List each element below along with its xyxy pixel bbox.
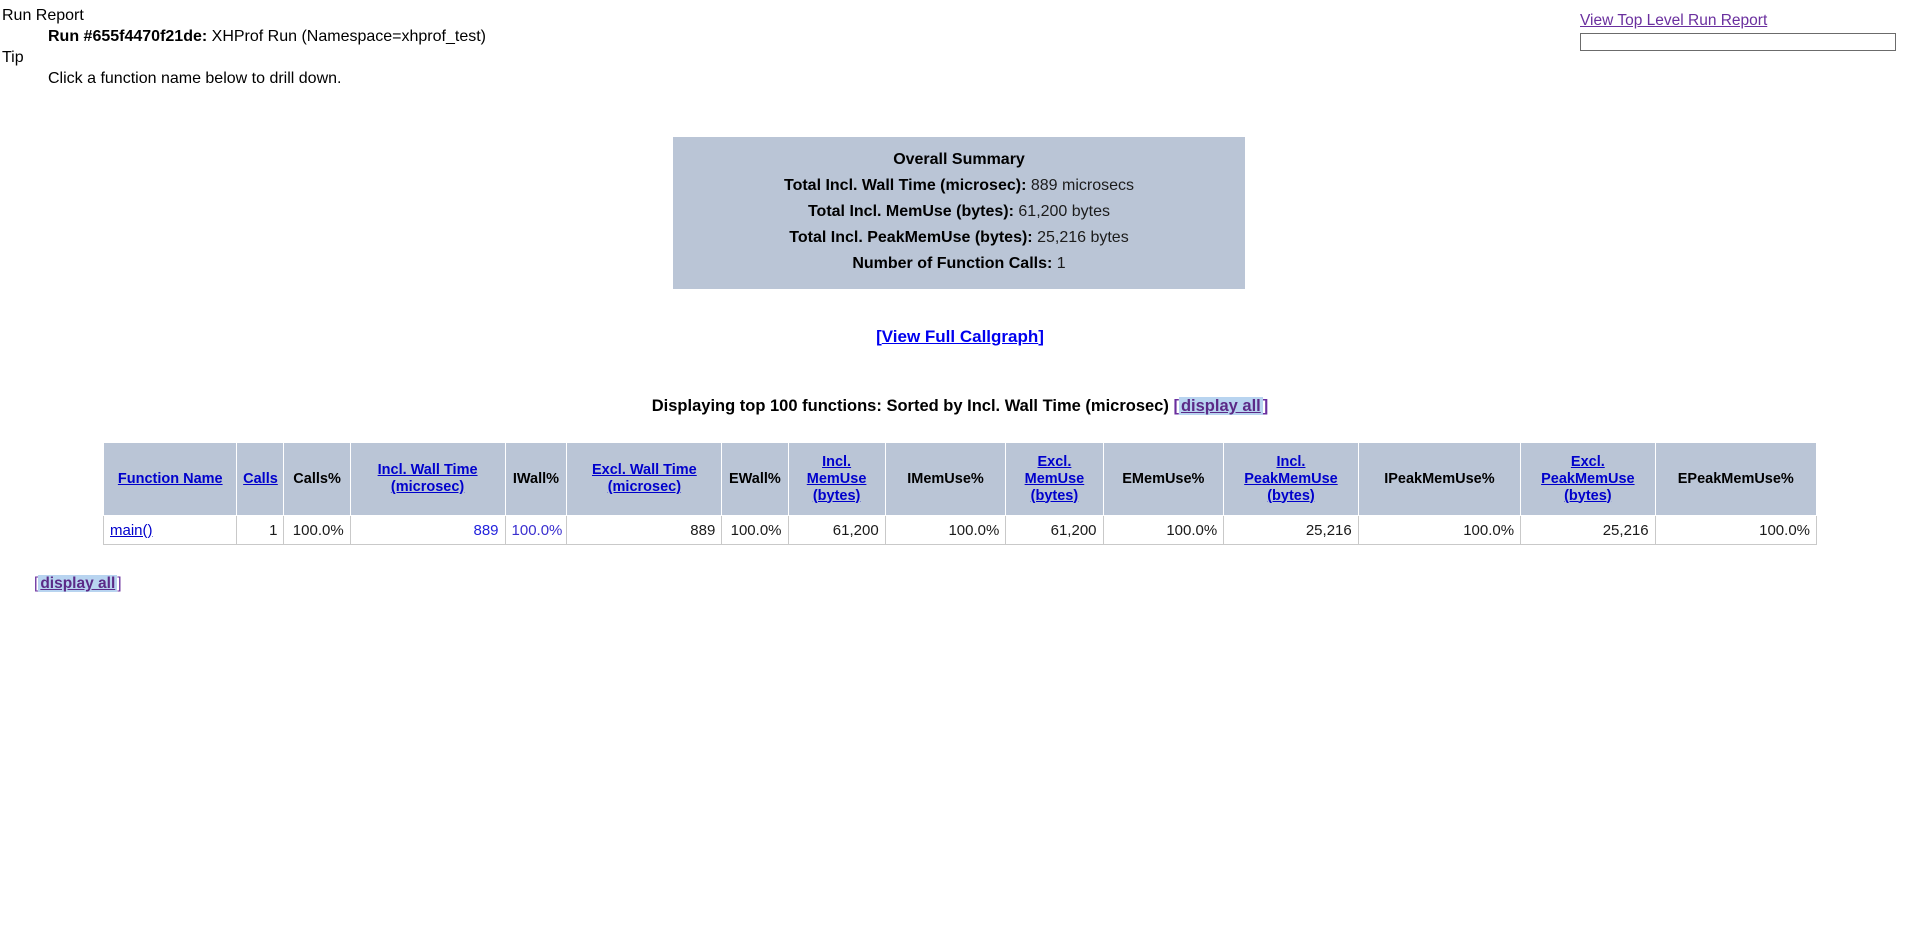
column-header-calls-pct: Calls%: [283, 442, 351, 516]
column-header-calls[interactable]: Calls: [236, 442, 285, 516]
cell-incl-peakmemuse: 25,216: [1223, 515, 1359, 545]
table-row: main() 1 100.0% 889 100.0% 889 100.0% 61…: [102, 515, 1818, 545]
run-description: XHProf Run (Namespace=xhprof_test): [211, 28, 486, 45]
cell-incl-wall-time: 889: [349, 515, 506, 545]
view-top-level-run-report-link[interactable]: View Top Level Run Report: [1580, 12, 1767, 30]
overall-summary-box: Overall Summary Total Incl. Wall Time (m…: [673, 137, 1245, 289]
cell-function-name[interactable]: main(): [102, 515, 238, 545]
functions-table: Function Name Calls Calls% Incl. Wall Ti…: [102, 442, 1818, 545]
column-sort-link[interactable]: Function Name: [118, 471, 223, 487]
display-all-link-bottom[interactable]: display all: [38, 575, 118, 592]
view-full-callgraph-link[interactable]: View Full Callgraph: [882, 327, 1039, 346]
summary-value: 1: [1056, 255, 1066, 272]
cell-excl-wall-time: 889: [566, 515, 723, 545]
column-header-excl-wall-time[interactable]: Excl. Wall Time (microsec): [566, 442, 723, 516]
functions-table-container: Function Name Calls Calls% Incl. Wall Ti…: [0, 442, 1920, 545]
bracket-close: ]: [1262, 397, 1269, 415]
column-header-iwall-pct: IWall%: [504, 442, 568, 516]
displaying-text: Displaying top 100 functions: Sorted by …: [651, 397, 1169, 415]
summary-row-memuse: Total Incl. MemUse (bytes): 61,200 bytes: [673, 199, 1245, 225]
column-sort-link[interactable]: Calls: [243, 471, 278, 487]
summary-value: 61,200 bytes: [1018, 203, 1111, 220]
search-input[interactable]: [1580, 33, 1896, 51]
top-right-controls: View Top Level Run Report: [1580, 12, 1900, 51]
column-sort-link[interactable]: Excl. Wall Time (microsec): [592, 462, 697, 495]
column-header-incl-wall-time[interactable]: Incl. Wall Time (microsec): [349, 442, 506, 516]
cell-epeakmemuse-pct: 100.0%: [1654, 515, 1818, 545]
function-name-link[interactable]: main(): [110, 522, 153, 539]
cell-ipeakmemuse-pct: 100.0%: [1357, 515, 1522, 545]
run-id: Run #655f4470f21de:: [48, 28, 208, 45]
summary-value: 889 microsecs: [1030, 177, 1135, 194]
cell-calls-pct: 100.0%: [283, 515, 351, 545]
cell-ewall-pct: 100.0%: [721, 515, 789, 545]
summary-row-wall-time: Total Incl. Wall Time (microsec): 889 mi…: [673, 173, 1245, 199]
column-header-excl-memuse[interactable]: Excl. MemUse (bytes): [1005, 442, 1104, 516]
cell-iwall-pct: 100.0%: [504, 515, 568, 545]
cell-ememuse-pct: 100.0%: [1102, 515, 1225, 545]
column-header-imemuse-pct: IMemUse%: [884, 442, 1007, 516]
overall-summary-title: Overall Summary: [893, 151, 1025, 168]
page-header: Run Report Run #655f4470f21de: XHProf Ru…: [0, 0, 1920, 90]
bracket-close: ]: [1038, 327, 1044, 346]
table-header-row: Function Name Calls Calls% Incl. Wall Ti…: [102, 442, 1818, 516]
overall-summary-section: Overall Summary Total Incl. Wall Time (m…: [0, 137, 1920, 289]
summary-key: Total Incl. PeakMemUse (bytes):: [789, 229, 1033, 246]
bottom-display-all-section: [display all]: [0, 575, 1920, 593]
column-header-ememuse-pct: EMemUse%: [1102, 442, 1225, 516]
displaying-summary-line: Displaying top 100 functions: Sorted by …: [0, 397, 1920, 416]
display-all-link-top[interactable]: display all: [1178, 397, 1263, 415]
column-header-incl-peakmemuse[interactable]: Incl. PeakMemUse (bytes): [1223, 442, 1359, 516]
tip-text: Click a function name below to drill dow…: [48, 70, 342, 87]
summary-key: Total Incl. Wall Time (microsec):: [783, 177, 1027, 194]
column-sort-link[interactable]: Excl. PeakMemUse (bytes): [1541, 454, 1635, 504]
column-header-ipeakmemuse-pct: IPeakMemUse%: [1357, 442, 1522, 516]
column-sort-link[interactable]: Excl. MemUse (bytes): [1025, 454, 1085, 504]
callgraph-section: [View Full Callgraph]: [0, 327, 1920, 347]
cell-excl-peakmemuse: 25,216: [1520, 515, 1656, 545]
summary-key: Number of Function Calls:: [852, 255, 1053, 272]
summary-value: 25,216 bytes: [1037, 229, 1129, 246]
cell-imemuse-pct: 100.0%: [884, 515, 1007, 545]
bracket-close: ]: [117, 575, 122, 592]
column-sort-link[interactable]: Incl. PeakMemUse (bytes): [1244, 454, 1338, 504]
cell-calls: 1: [236, 515, 285, 545]
column-header-excl-peakmemuse[interactable]: Excl. PeakMemUse (bytes): [1520, 442, 1656, 516]
cell-excl-memuse: 61,200: [1005, 515, 1104, 545]
summary-key: Total Incl. MemUse (bytes):: [807, 203, 1014, 220]
summary-row-peakmemuse: Total Incl. PeakMemUse (bytes): 25,216 b…: [673, 225, 1245, 251]
column-sort-link[interactable]: Incl. MemUse (bytes): [807, 454, 867, 504]
column-header-ewall-pct: EWall%: [721, 442, 789, 516]
column-sort-link[interactable]: Incl. Wall Time (microsec): [378, 462, 478, 495]
column-header-function-name[interactable]: Function Name: [102, 442, 238, 516]
cell-incl-memuse: 61,200: [787, 515, 886, 545]
column-header-incl-memuse[interactable]: Incl. MemUse (bytes): [787, 442, 886, 516]
column-header-epeakmemuse-pct: EPeakMemUse%: [1654, 442, 1818, 516]
tip-label: Tip: [2, 49, 24, 66]
summary-row-function-calls: Number of Function Calls: 1: [673, 251, 1245, 277]
